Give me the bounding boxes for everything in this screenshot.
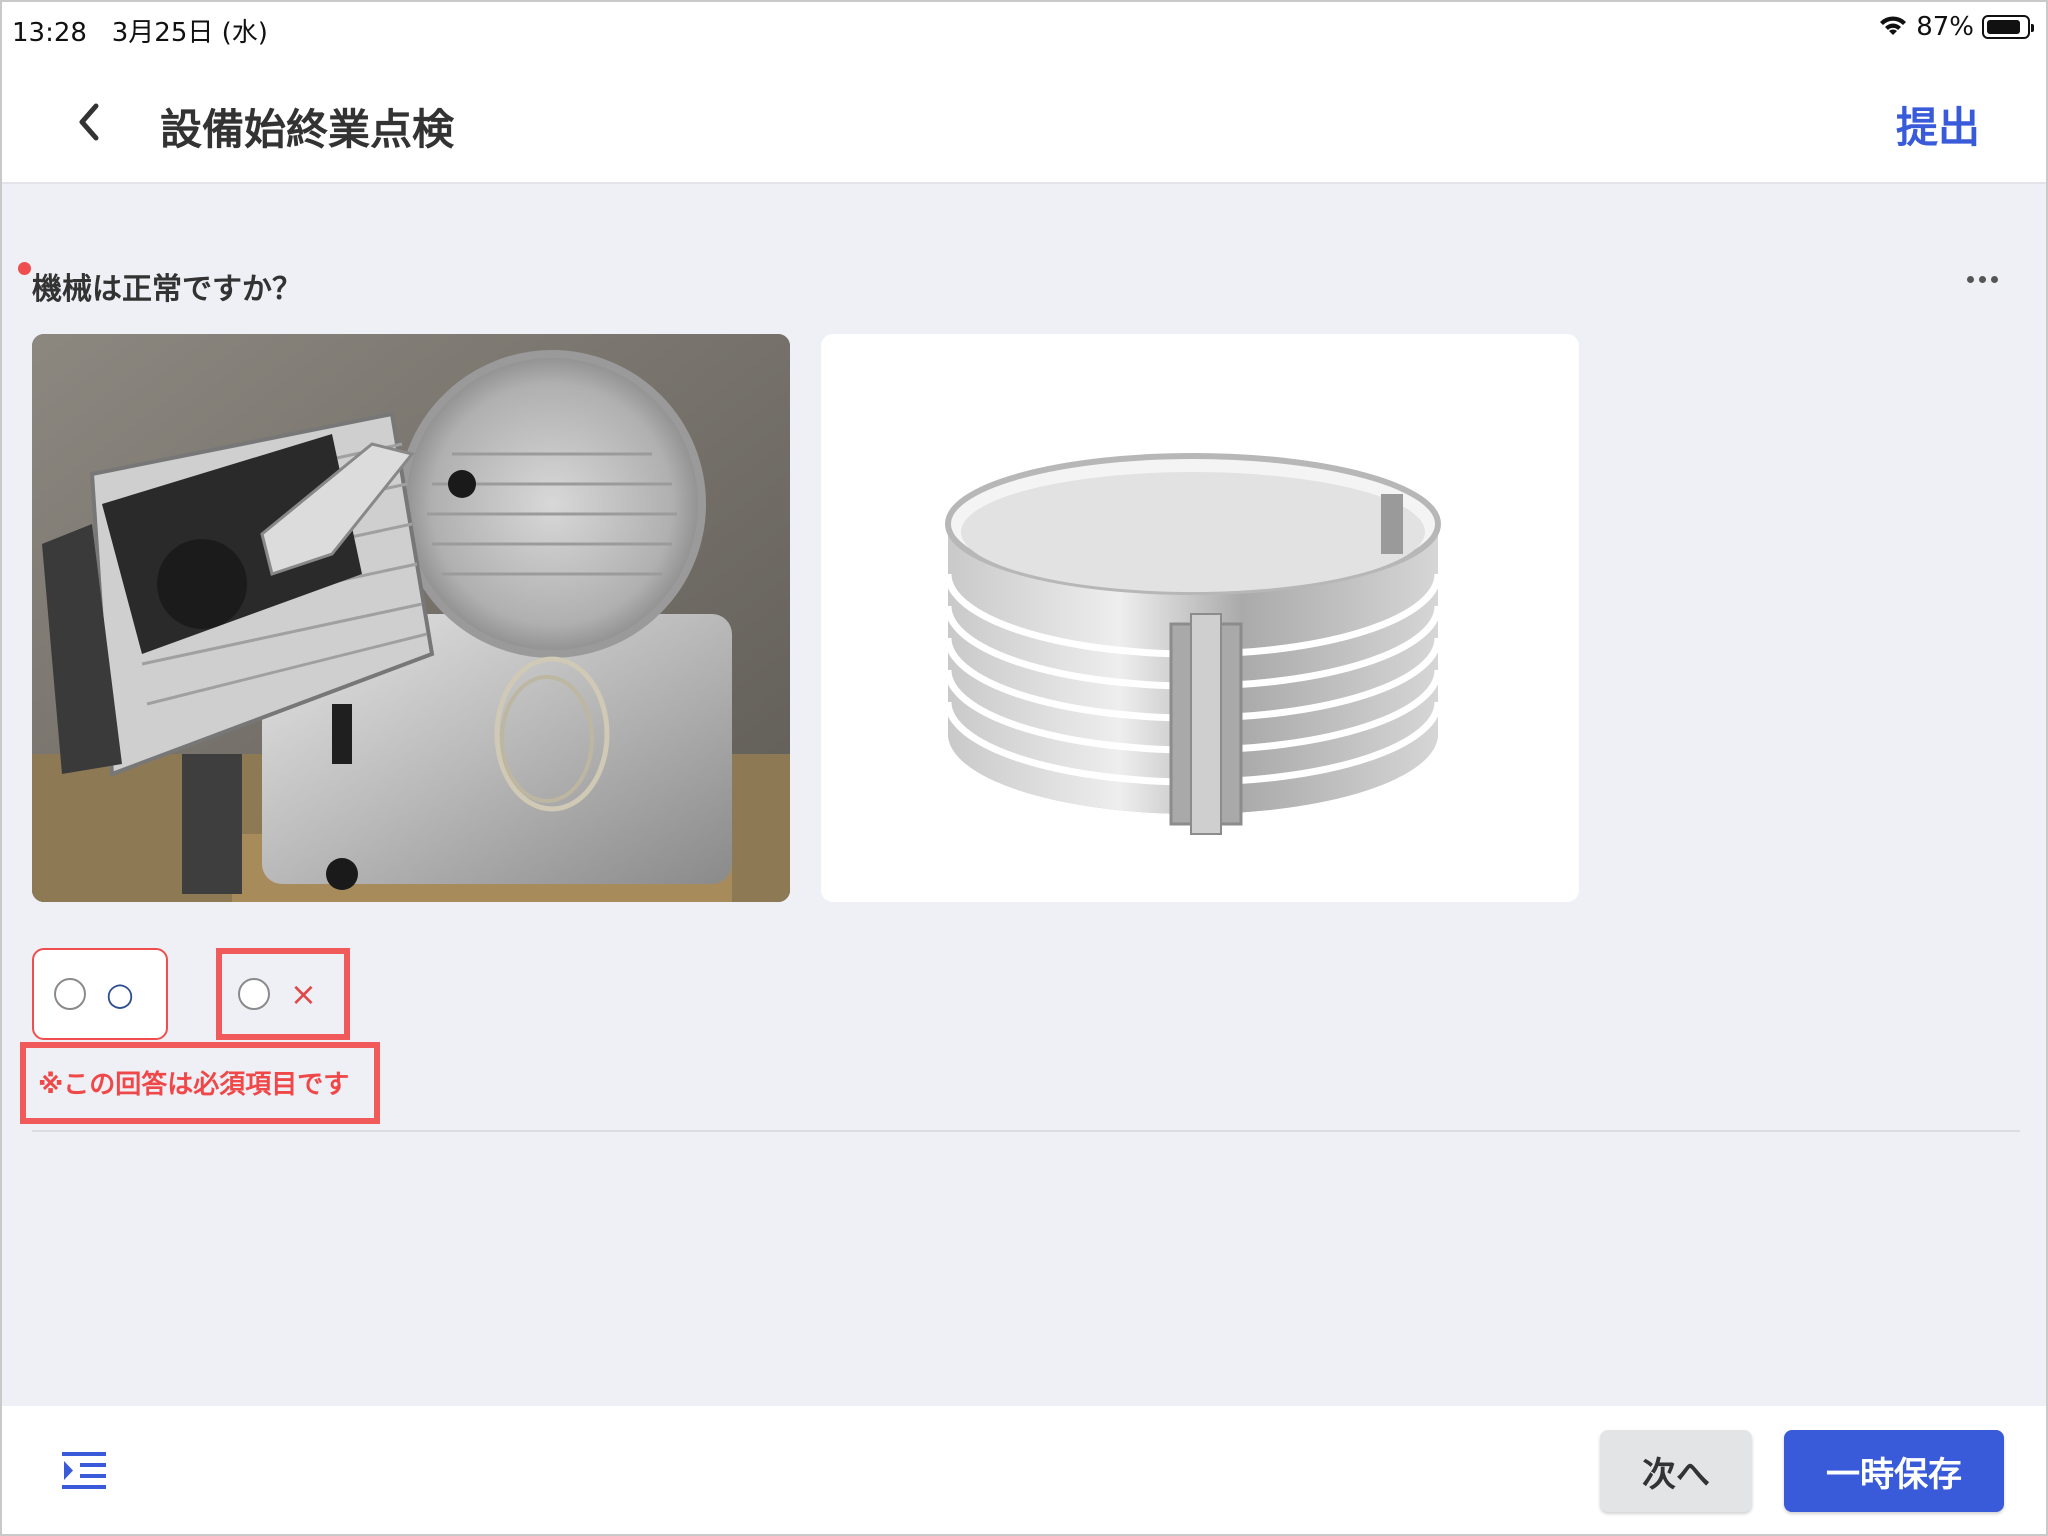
question-list-button[interactable] xyxy=(62,1450,106,1494)
page-title: 設備始終業点検 xyxy=(160,105,455,154)
divider xyxy=(32,1130,2020,1132)
status-date: 3月25日 (水) xyxy=(111,18,268,48)
error-message: ※この回答は必須項目です xyxy=(38,1070,350,1100)
save-draft-button[interactable]: 一時保存 xyxy=(1784,1430,2004,1512)
answer-option-ok[interactable]: ○ xyxy=(32,948,168,1040)
submit-button[interactable]: 提出 xyxy=(1896,94,1980,155)
radio-button[interactable] xyxy=(54,978,86,1010)
status-indicators: 87% xyxy=(1878,12,2034,42)
battery-percent: 87% xyxy=(1916,12,1974,42)
ellipsis-icon xyxy=(1967,276,1974,283)
status-bar: 13:28 3月25日 (水) 87% xyxy=(0,0,2048,60)
battery-icon xyxy=(1982,15,2034,39)
question-image-cake-ring[interactable] xyxy=(821,334,1579,902)
app-header: 設備始終業点検 提出 xyxy=(0,60,2048,184)
radio-button[interactable] xyxy=(238,978,270,1010)
status-time: 13:28 3月25日 (水) xyxy=(12,18,268,48)
more-options-button[interactable] xyxy=(1967,276,1998,283)
chevron-left-icon xyxy=(79,103,99,141)
cake-ring-illustration xyxy=(944,453,1442,835)
wifi-icon xyxy=(1880,16,1907,35)
slicer-illustration xyxy=(32,334,790,902)
form-content: 機械は正常ですか？ ○ × ※この回答は必須項目です xyxy=(0,184,2048,1406)
back-button[interactable] xyxy=(64,94,112,150)
list-indent-icon xyxy=(62,1452,106,1489)
option-label-ok: ○ xyxy=(106,975,134,1013)
next-button[interactable]: 次へ xyxy=(1600,1430,1752,1512)
bottom-toolbar: 次へ 一時保存 xyxy=(0,1406,2048,1536)
answer-option-ng[interactable]: × xyxy=(216,948,350,1040)
required-indicator xyxy=(18,262,31,275)
validation-error: ※この回答は必須項目です xyxy=(20,1042,380,1124)
question-image-slicer[interactable] xyxy=(32,334,790,902)
question-text: 機械は正常ですか？ xyxy=(32,272,302,307)
option-label-ng: × xyxy=(290,975,317,1013)
